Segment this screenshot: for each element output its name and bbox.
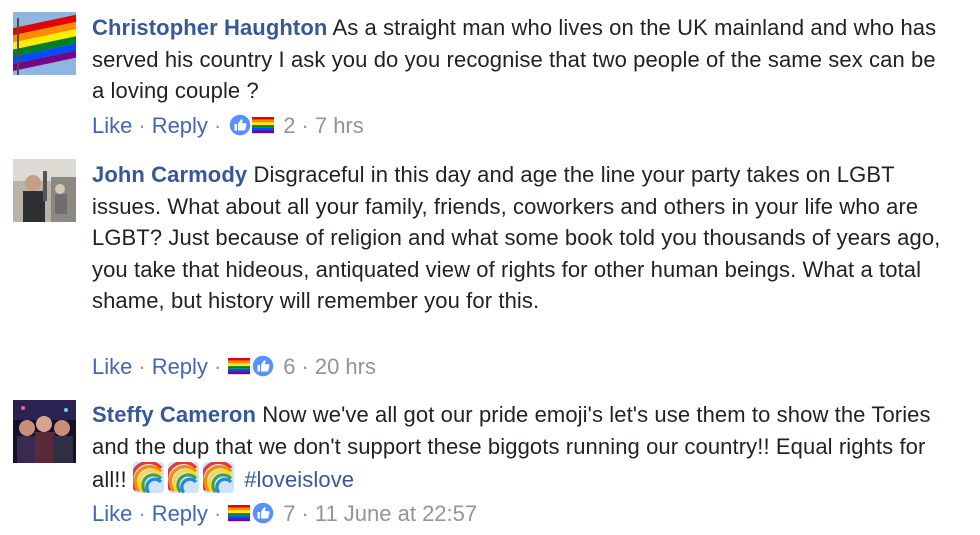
reaction-count[interactable]: 7: [283, 501, 295, 526]
like-icon: [251, 354, 276, 378]
like-link[interactable]: Like: [92, 354, 132, 379]
reply-link[interactable]: Reply: [152, 501, 208, 526]
rainbow-icon: [167, 462, 199, 493]
timestamp[interactable]: 7 hrs: [315, 113, 364, 138]
street-photo-avatar-icon: [13, 159, 76, 222]
author-name[interactable]: Steffy Cameron: [92, 402, 256, 427]
comment-actions: Like · Reply · 6 · 20 hrs: [92, 352, 376, 387]
comments-list: Christopher Haughton As a straight man w…: [0, 0, 980, 535]
rainbow-icon: [202, 462, 234, 493]
comment-body: Steffy Cameron Now we've all got our pri…: [92, 399, 952, 496]
separator: ·: [213, 113, 222, 138]
like-link[interactable]: Like: [92, 113, 132, 138]
comment-body: John Carmody Disgraceful in this day and…: [92, 159, 952, 317]
separator: ·: [138, 354, 146, 379]
rainbow-flag-icon: [228, 505, 251, 522]
reactions-summary[interactable]: [227, 500, 277, 534]
like-icon: [228, 113, 253, 137]
avatar[interactable]: [13, 159, 76, 222]
separator: ·: [138, 113, 146, 138]
rainbow-flag-avatar-icon: [13, 12, 76, 75]
timestamp[interactable]: 20 hrs: [315, 354, 376, 379]
reaction-count[interactable]: 2: [283, 113, 295, 138]
reply-link[interactable]: Reply: [152, 354, 208, 379]
hashtag-link[interactable]: #loveislove: [244, 467, 354, 492]
separator: ·: [301, 354, 309, 379]
like-icon: [251, 501, 276, 525]
timestamp[interactable]: 11 June at 22:57: [315, 501, 477, 526]
comment-actions: Like · Reply · 2 · 7 hrs: [92, 111, 364, 146]
rainbow-flag-icon: [252, 117, 275, 134]
reactions-summary[interactable]: [227, 112, 277, 146]
avatar[interactable]: [13, 400, 76, 463]
separator: ·: [301, 501, 309, 526]
reply-link[interactable]: Reply: [152, 113, 208, 138]
author-name[interactable]: Christopher Haughton: [92, 15, 327, 40]
comment-actions: Like · Reply · 7 · 11 June at 22:57: [92, 499, 477, 534]
comment-body: Christopher Haughton As a straight man w…: [92, 12, 952, 107]
reactions-summary[interactable]: [227, 353, 277, 387]
avatar[interactable]: [13, 12, 76, 75]
rainbow-flag-icon: [228, 358, 251, 375]
separator: ·: [301, 113, 309, 138]
separator: ·: [213, 354, 222, 379]
group-selfie-avatar-icon: [13, 400, 76, 463]
rainbow-icon: [132, 462, 164, 493]
separator: ·: [138, 501, 146, 526]
separator: ·: [213, 501, 222, 526]
author-name[interactable]: John Carmody: [92, 162, 247, 187]
reaction-count[interactable]: 6: [283, 354, 295, 379]
like-link[interactable]: Like: [92, 501, 132, 526]
